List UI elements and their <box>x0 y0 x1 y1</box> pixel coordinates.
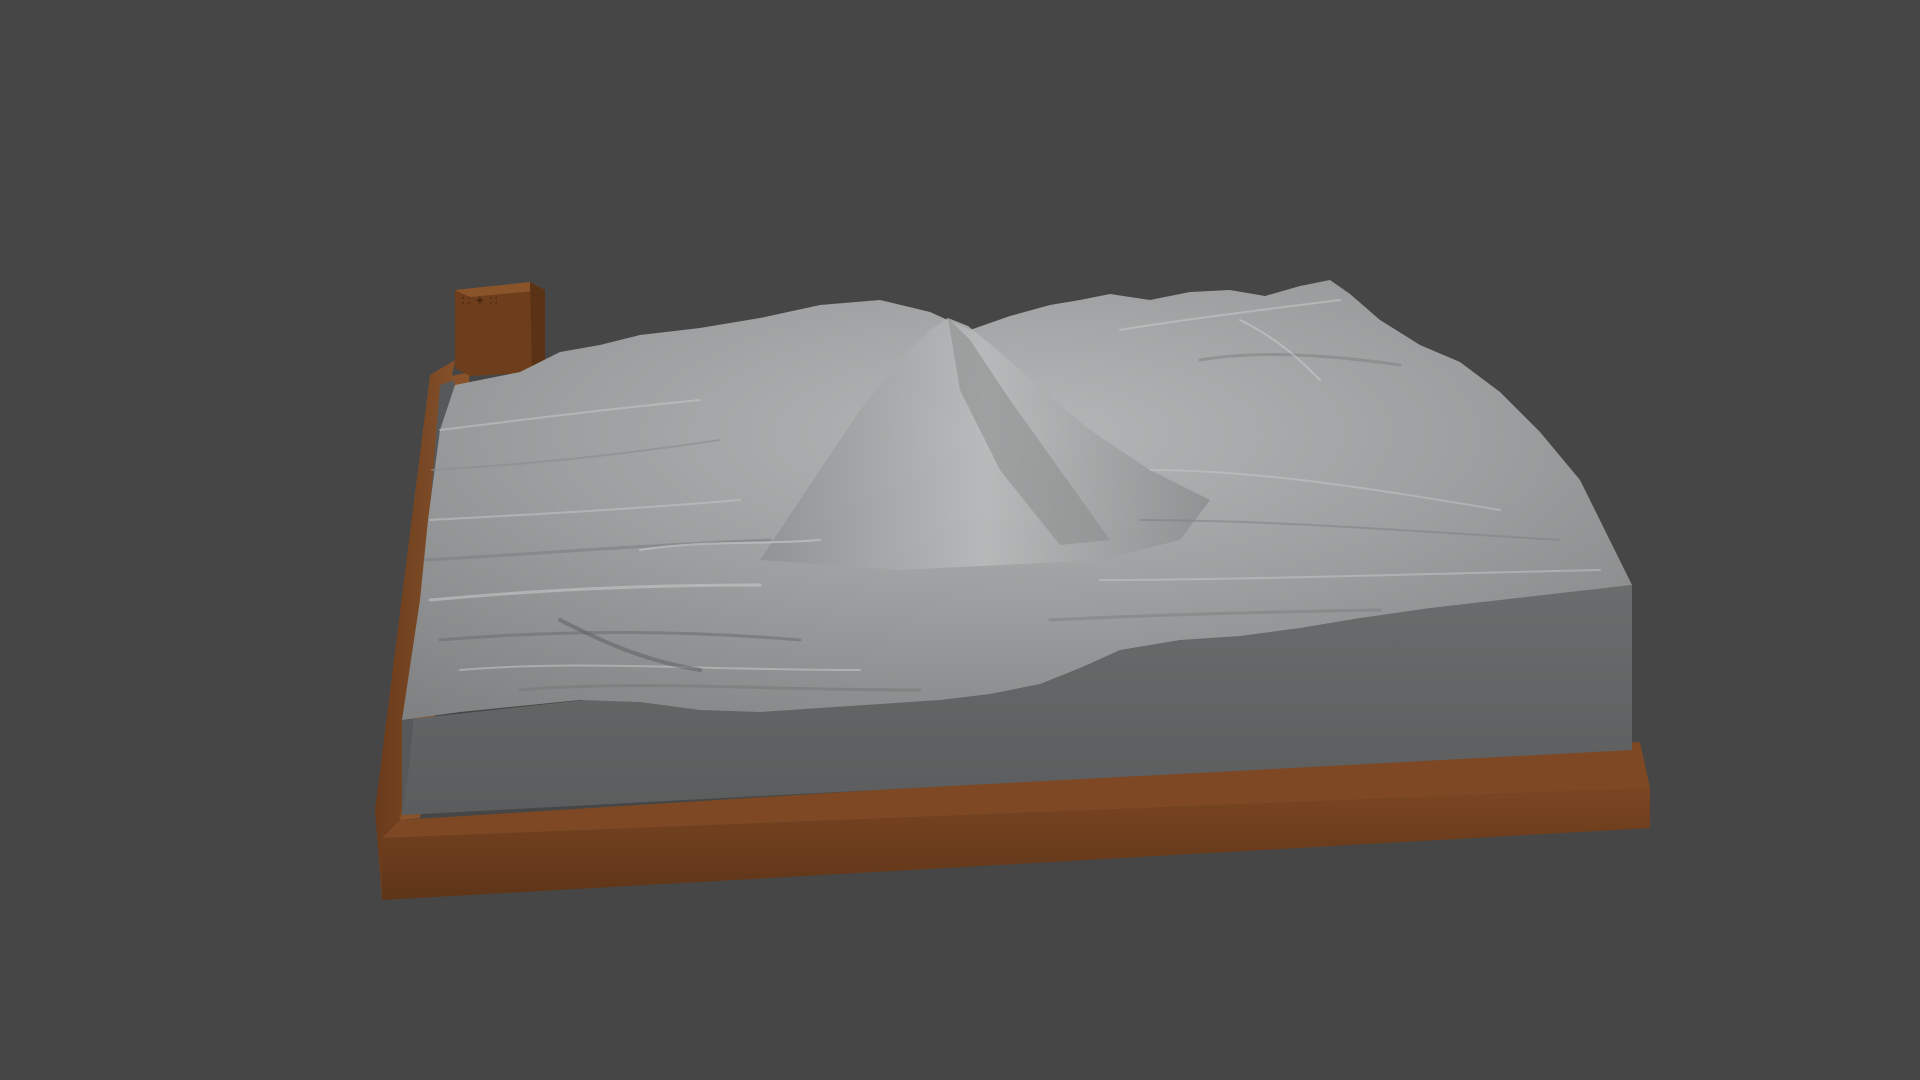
label-block-engraving: ∷ ✦ ∷ <box>462 294 498 309</box>
label-block: ∷ ✦ ∷ <box>455 282 545 376</box>
terrain-model-render: ∷ ✦ ∷ <box>375 280 1650 900</box>
3d-viewport[interactable]: ∷ ✦ ∷ <box>0 0 1920 1080</box>
